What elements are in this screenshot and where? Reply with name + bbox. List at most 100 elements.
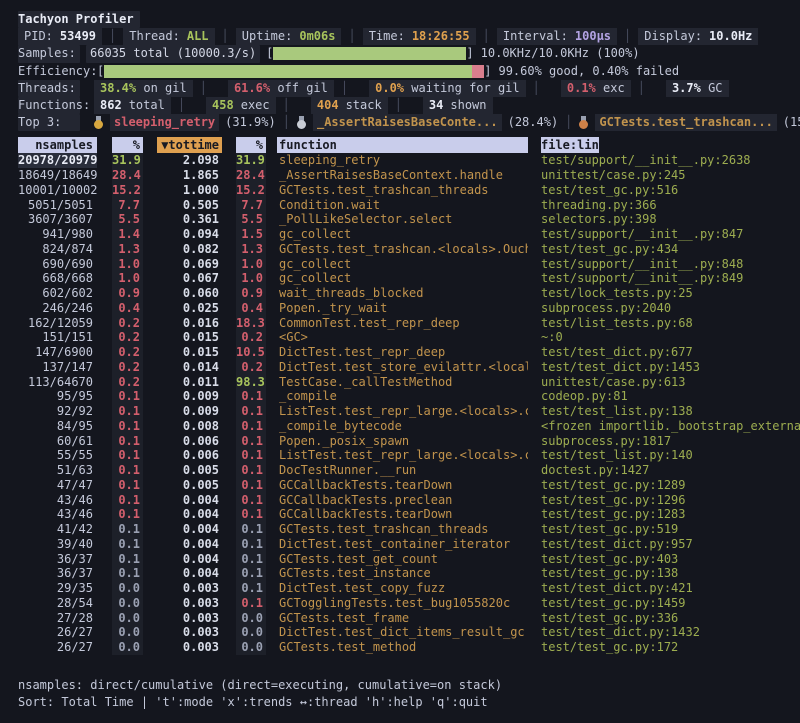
thread-label: Thread:	[129, 29, 180, 43]
header-direct-pct[interactable]: %	[112, 137, 143, 153]
table-row[interactable]: 29/350.00.0030.1DictTest.test_copy_fuzzt…	[18, 581, 800, 596]
table-row[interactable]: 824/8741.30.0821.3GCTests.test_trashcan.…	[18, 242, 800, 257]
direct-pct-cell: 0.2	[112, 360, 143, 375]
bronze-medal-icon	[579, 116, 588, 129]
shown-text: shown	[450, 98, 486, 112]
bar-fill-failed	[472, 65, 484, 78]
table-row[interactable]: 43/460.10.0040.1GCCallbackTests.preclean…	[18, 493, 800, 508]
table-row[interactable]: 95/950.10.0090.1_compilecodeop.py:81	[18, 389, 800, 404]
tottime-cell: 0.008	[157, 419, 222, 434]
function-cell: _AssertRaisesBaseContext.handle	[277, 168, 528, 183]
table-row[interactable]: 28/540.00.0030.1GCTogglingTests.test_bug…	[18, 596, 800, 611]
table-row[interactable]: 3607/36075.50.3615.5_PollLikeSelector.se…	[18, 212, 800, 227]
table-row[interactable]: 602/6020.90.0600.9wait_threads_blockedte…	[18, 286, 800, 301]
table-row[interactable]: 26/270.00.0030.0GCTests.test_methodtest/…	[18, 640, 800, 655]
direct-pct-cell: 0.2	[112, 330, 143, 345]
table-row[interactable]: 941/9801.40.0941.5gc_collecttest/support…	[18, 227, 800, 242]
table-row[interactable]: 60/610.10.0060.1Popen._posix_spawnsubpro…	[18, 434, 800, 449]
tottime-cell: 0.004	[157, 507, 222, 522]
table-row[interactable]: 43/460.10.0040.1GCCallbackTests.tearDown…	[18, 507, 800, 522]
tottime-cell: 0.003	[157, 625, 222, 640]
tottime-cell: 0.016	[157, 316, 222, 331]
function-cell: DictTest.test_container_iterator	[277, 537, 528, 552]
function-cell: GCTests.test_trashcan_threads	[277, 522, 528, 537]
interval-label: Interval:	[503, 29, 568, 43]
table-row[interactable]: 246/2460.40.0250.4Popen._try_waitsubproc…	[18, 301, 800, 316]
cum-pct-cell: 0.2	[236, 330, 266, 345]
table-row[interactable]: 27/280.00.0030.0GCTests.test_frametest/t…	[18, 611, 800, 626]
cum-pct-cell: 5.5	[236, 212, 266, 227]
nsamples-cell: 43/46	[18, 507, 97, 522]
threads-label: Threads:	[18, 80, 80, 97]
tottime-cell: 0.069	[157, 257, 222, 272]
efficiency-label: Efficiency:	[18, 63, 97, 80]
table-row[interactable]: 55/550.10.0060.1ListTest.test_repr_large…	[18, 448, 800, 463]
tottime-cell: 1.865	[157, 168, 222, 183]
bar-fill-good	[273, 47, 466, 60]
profiler-screen: Tachyon Profiler PID:53499│Thread:ALL│Up…	[0, 0, 800, 723]
table-row[interactable]: 39/400.10.0040.1DictTest.test_container_…	[18, 537, 800, 552]
time-value: 18:26:55	[412, 29, 470, 43]
tottime-cell: 0.067	[157, 271, 222, 286]
table-row[interactable]: 36/370.10.0040.1GCTests.test_get_countte…	[18, 552, 800, 567]
nsamples-cell: 60/61	[18, 434, 97, 449]
direct-pct-cell: 0.1	[112, 389, 143, 404]
function-cell: GCCallbackTests.tearDown	[277, 507, 528, 522]
table-row[interactable]: 92/920.10.0090.1ListTest.test_repr_large…	[18, 404, 800, 419]
function-cell: TestCase._callTestMethod	[277, 375, 528, 390]
table-row[interactable]: 84/950.10.0080.1_compile_bytecode<frozen…	[18, 419, 800, 434]
bar-fill-good	[104, 65, 472, 78]
table-row[interactable]: 137/1470.20.0140.2DictTest.test_store_ev…	[18, 360, 800, 375]
tottime-cell: 0.060	[157, 286, 222, 301]
cum-pct-cell: 98.3	[236, 375, 266, 390]
table-row[interactable]: 51/630.10.0050.1DocTestRunner.__rundocte…	[18, 463, 800, 478]
table-row[interactable]: 113/646700.20.01198.3TestCase._callTestM…	[18, 375, 800, 390]
header-cum-pct[interactable]: %	[236, 137, 266, 153]
file-line-cell: test/lock_tests.py:25	[541, 286, 800, 301]
table-row[interactable]: 151/1510.20.0150.2<GC>~:0	[18, 330, 800, 345]
file-line-cell: test/test_gc.py:336	[541, 611, 800, 626]
table-row[interactable]: 668/6681.00.0671.0gc_collecttest/support…	[18, 271, 800, 286]
nsamples-cell: 26/27	[18, 640, 97, 655]
table-row[interactable]: 41/420.10.0040.1GCTests.test_trashcan_th…	[18, 522, 800, 537]
separator: │	[638, 80, 645, 97]
file-line-cell: subprocess.py:2040	[541, 301, 800, 316]
nsamples-cell: 28/54	[18, 596, 97, 611]
file-line-cell: selectors.py:398	[541, 212, 800, 227]
header-tottime-sorted[interactable]: ▼tottime	[157, 137, 222, 153]
top1-function: sleeping_retry	[110, 114, 219, 131]
cum-pct-cell: 31.9	[236, 153, 266, 168]
tottime-cell: 2.098	[157, 153, 222, 168]
cum-pct-cell: 0.1	[236, 389, 266, 404]
bar-open-bracket: [	[97, 63, 104, 80]
nsamples-cell: 47/47	[18, 478, 97, 493]
time-field: Time:18:26:55	[363, 28, 476, 45]
header-function[interactable]: function	[277, 137, 528, 153]
separator: │	[624, 28, 631, 45]
table-row[interactable]: 18649/1864928.41.86528.4_AssertRaisesBas…	[18, 168, 800, 183]
function-cell: wait_threads_blocked	[277, 286, 528, 301]
header-nsamples[interactable]: nsamples	[18, 137, 97, 153]
table-row[interactable]: 26/270.00.0030.0DictTest.test_dict_items…	[18, 625, 800, 640]
table-row[interactable]: 690/6901.00.0691.0gc_collecttest/support…	[18, 257, 800, 272]
table-row[interactable]: 36/370.10.0040.1GCTests.test_instancetes…	[18, 566, 800, 581]
table-row[interactable]: 162/120590.20.01618.3CommonTest.test_rep…	[18, 316, 800, 331]
function-cell: GCTests.test_instance	[277, 566, 528, 581]
stack-text: stack	[346, 98, 382, 112]
table-row[interactable]: 47/470.10.0050.1GCCallbackTests.tearDown…	[18, 478, 800, 493]
direct-pct-cell: 0.1	[112, 419, 143, 434]
cum-pct-cell: 1.5	[236, 227, 266, 242]
header-file-line[interactable]: file:line	[541, 137, 599, 153]
table-row[interactable]: 5051/50517.70.5057.7Condition.waitthread…	[18, 198, 800, 213]
file-line-cell: test/test_gc.py:1283	[541, 507, 800, 522]
table-row[interactable]: 147/69000.20.01510.5DictTest.test_repr_d…	[18, 345, 800, 360]
table-row[interactable]: 10001/1000215.21.00015.2GCTests.test_tra…	[18, 183, 800, 198]
table-row[interactable]: 20978/2097931.92.09831.9sleeping_retryte…	[18, 153, 800, 168]
nsamples-cell: 29/35	[18, 581, 97, 596]
cum-pct-cell: 0.1	[236, 552, 266, 567]
function-cell: GCTests.test_trashcan.<locals>.Ouch....	[277, 242, 528, 257]
efficiency-line: Efficiency:[]99.60% good, 0.40% failed	[18, 63, 800, 80]
tottime-cell: 0.004	[157, 537, 222, 552]
bar-close-bracket: ]	[466, 45, 473, 62]
nsamples-cell: 602/602	[18, 286, 97, 301]
